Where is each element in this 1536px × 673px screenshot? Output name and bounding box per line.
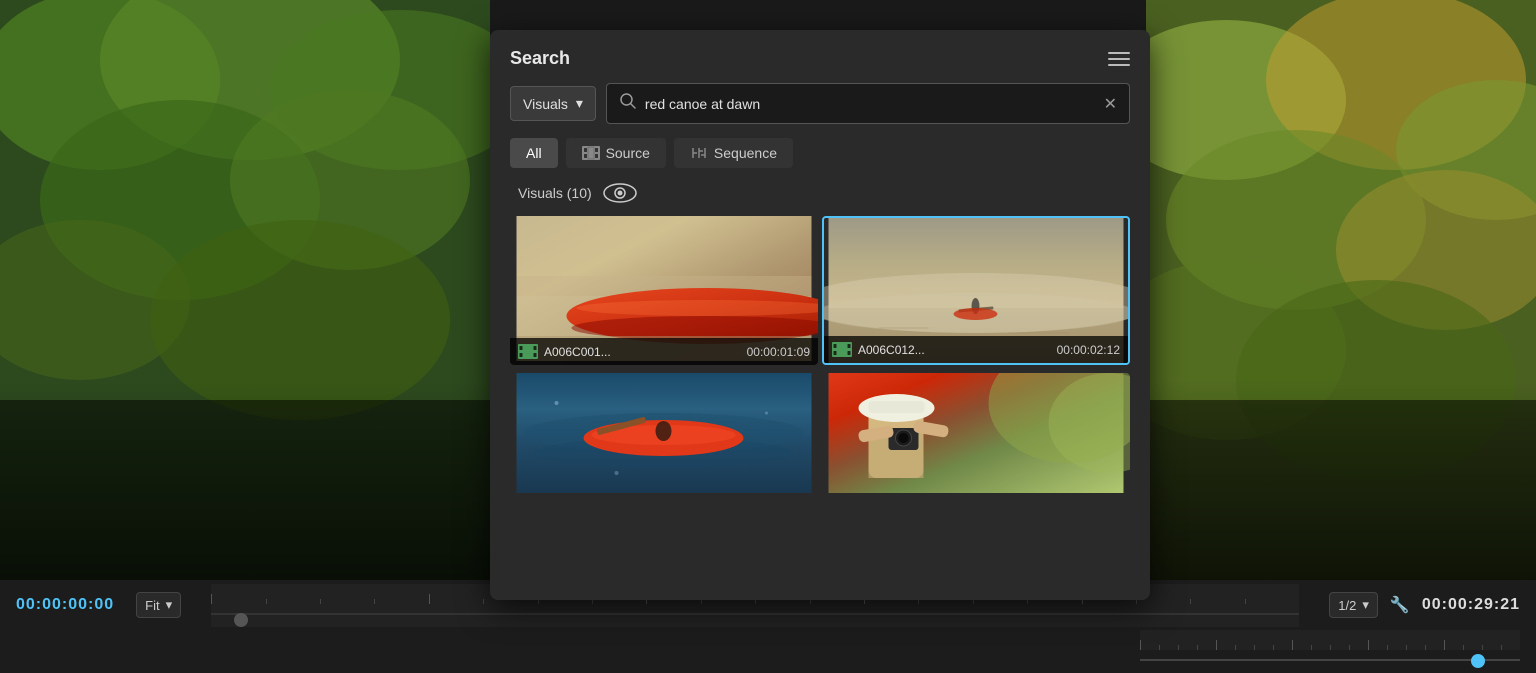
- tab-all[interactable]: All: [510, 138, 558, 168]
- thumb-2-label: A006C012...: [858, 343, 1051, 357]
- panel-title: Search: [510, 48, 570, 69]
- search-row: Visuals ▾ ✕: [490, 83, 1150, 138]
- chevron-down-icon: ▾: [1362, 597, 1369, 613]
- panel-header: Search: [490, 30, 1150, 83]
- search-input[interactable]: [645, 96, 1096, 112]
- thumb-1-label: A006C001...: [544, 345, 741, 359]
- thumbnail-4[interactable]: [822, 373, 1130, 493]
- thumb-2-footer: A006C012... 00:00:02:12: [824, 336, 1128, 363]
- fit-dropdown[interactable]: Fit ▾: [136, 592, 181, 618]
- hamburger-menu-icon[interactable]: [1108, 52, 1130, 66]
- tab-sequence-label: Sequence: [714, 145, 777, 161]
- hamburger-line-3: [1108, 64, 1130, 66]
- tab-all-label: All: [526, 145, 542, 161]
- equalizer-icon: [690, 146, 708, 160]
- clear-icon[interactable]: ✕: [1104, 94, 1117, 114]
- tab-source-label: Source: [606, 145, 650, 161]
- thumbnail-1[interactable]: A006C001... 00:00:01:09: [510, 216, 818, 365]
- thumbnail-2[interactable]: A006C012... 00:00:02:12: [822, 216, 1130, 365]
- quality-label: 1/2: [1338, 598, 1356, 613]
- type-dropdown-label: Visuals: [523, 96, 568, 112]
- thumbnails-grid: A006C001... 00:00:01:09: [490, 216, 1150, 493]
- background-left: [0, 0, 490, 580]
- hamburger-line-2: [1108, 58, 1130, 60]
- timecode-right: 00:00:29:21: [1422, 596, 1520, 614]
- film-icon-2: [832, 342, 852, 357]
- results-label: Visuals (10): [518, 185, 592, 201]
- search-input-wrapper: ✕: [606, 83, 1130, 124]
- results-header: Visuals (10): [490, 182, 1150, 216]
- chevron-down-icon: ▾: [166, 597, 173, 613]
- film-strip-icon: [582, 146, 600, 160]
- tab-sequence[interactable]: Sequence: [674, 138, 793, 168]
- ruler-right: [1140, 630, 1520, 650]
- type-dropdown[interactable]: Visuals ▾: [510, 86, 596, 121]
- search-panel: Search Visuals ▾ ✕ All: [490, 30, 1150, 600]
- tab-source[interactable]: Source: [566, 138, 666, 168]
- quality-dropdown[interactable]: 1/2 ▾: [1329, 592, 1378, 618]
- film-icon-1: [518, 344, 538, 359]
- scrubber-left[interactable]: [211, 604, 1299, 627]
- wrench-icon[interactable]: 🔧: [1390, 595, 1410, 615]
- fit-label: Fit: [145, 598, 159, 613]
- search-icon: [619, 92, 637, 115]
- background-right: [1146, 0, 1536, 580]
- filter-tabs: All Source Sequence: [490, 138, 1150, 182]
- thumbnail-3[interactable]: [510, 373, 818, 493]
- thumb-2-duration: 00:00:02:12: [1057, 343, 1120, 357]
- thumb-1-footer: A006C001... 00:00:01:09: [510, 338, 818, 365]
- timecode-left: 00:00:00:00: [16, 596, 114, 614]
- visibility-toggle-icon[interactable]: [602, 182, 638, 204]
- playhead-left[interactable]: [234, 613, 248, 627]
- chevron-down-icon: ▾: [576, 95, 583, 112]
- right-controls: 1/2 ▾ 🔧 00:00:29:21: [1329, 592, 1520, 618]
- playhead-right[interactable]: [1471, 654, 1485, 668]
- thumb-1-duration: 00:00:01:09: [747, 345, 810, 359]
- hamburger-line-1: [1108, 52, 1130, 54]
- scrubber-right[interactable]: [1140, 650, 1520, 673]
